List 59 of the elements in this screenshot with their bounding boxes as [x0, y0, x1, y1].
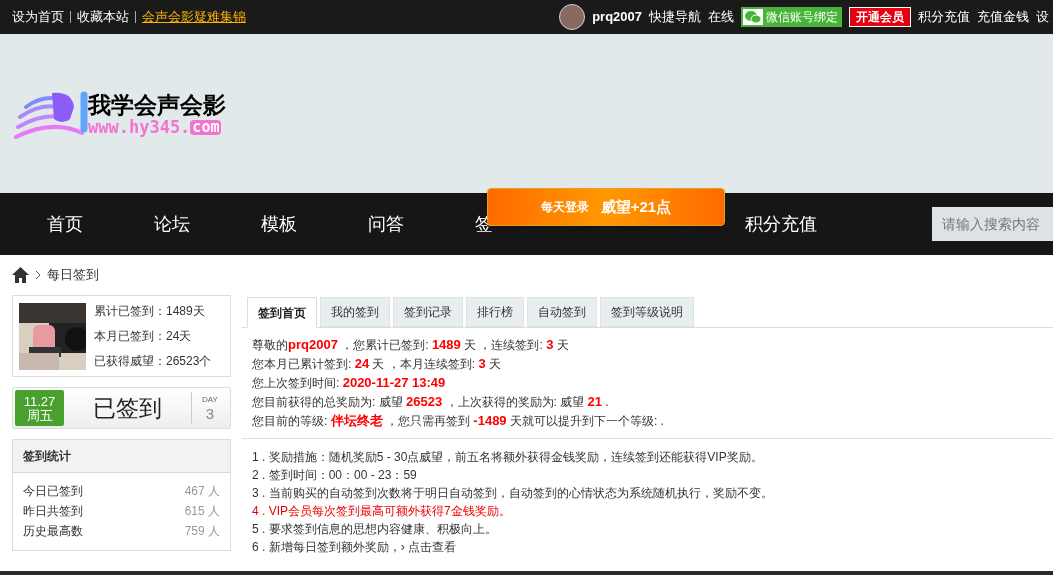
avatar-icon[interactable] [559, 4, 586, 30]
stat-label: 今日已签到 [23, 483, 83, 500]
home-icon[interactable] [12, 267, 29, 283]
summary-line: 您目前获得的总奖励为: 威望 26523 ，上次获得的奖励为: 威望 21 . [252, 393, 610, 411]
day-label: DAY [202, 395, 218, 404]
top-link[interactable]: 设 [1036, 7, 1049, 27]
stat-value: 467 人 [184, 483, 220, 500]
chevron-icon [35, 270, 41, 280]
profile-stat: 累计已签到：1489天 [94, 303, 206, 320]
summary-line: 您上次签到时间: 2020-11-27 13:49 [252, 374, 447, 392]
nav-item[interactable]: 积分充值 [745, 213, 817, 234]
breadcrumb-current: 每日签到 [47, 266, 99, 285]
stat-value: 759 人 [184, 523, 220, 540]
rule-line: 5 . 要求签到信息的思想内容健康、积极向上。 [252, 521, 498, 537]
tab[interactable]: 排行榜 [466, 297, 524, 327]
tab[interactable]: 我的签到 [320, 297, 390, 327]
rule-line: 1 . 奖励措施：随机奖励5 - 30点威望，前五名将额外获得金钱奖励，连续签到还能获得VIP奖励。 [252, 449, 764, 465]
chat-icon [743, 9, 763, 25]
sign-status: 已签到 [92, 393, 163, 423]
tab[interactable]: 签到首页 [247, 297, 317, 328]
vip-button[interactable]: 开通会员 [849, 7, 911, 27]
stats-title: 签到统计 [23, 448, 71, 465]
rule-line: 4 . VIP会员每次签到最高可额外获得7金钱奖励。 [252, 503, 512, 519]
profile-stat: 已获得威望：26523个 [94, 353, 212, 370]
popup-reward: 威望+21点 [600, 196, 672, 217]
day-count: 3 [205, 405, 215, 421]
top-link[interactable]: 充值金钱 [977, 7, 1029, 27]
summary-line: 您本月已累计签到: 24 天 ，本月连续签到: 3 天 [252, 355, 503, 373]
search-field[interactable]: 请输入搜索内容 [932, 207, 1053, 241]
top-link[interactable]: 设为首页 [12, 7, 64, 27]
profile-stat: 本月已签到：24天 [94, 328, 193, 345]
logo-url-badge: com [190, 120, 222, 136]
username-link[interactable]: prq2007 [592, 7, 642, 27]
top-link[interactable]: 积分充值 [918, 7, 970, 27]
top-link[interactable]: 快捷导航 [649, 7, 701, 27]
tab[interactable]: 签到记录 [393, 297, 463, 327]
tab[interactable]: 签到等级说明 [600, 297, 694, 327]
nav-item[interactable]: 首页 [47, 213, 83, 234]
weekday-text: 周五 [26, 408, 53, 422]
rule-line: 6 . 新增每日签到额外奖励，› 点击查看 [252, 539, 458, 555]
stat-label: 昨日共签到 [23, 503, 83, 520]
summary-line: 您目前的等级: 伴坛终老 ，您只需再签到 -1489 天就可以提升到下一个等级: . [252, 412, 665, 430]
logo-url: www.hy345. [88, 119, 191, 137]
top-link[interactable]: 会声会影疑难集锦 [142, 7, 246, 27]
date-text: 11.27 [23, 394, 56, 408]
summary-line: 尊敬的prq2007 ，您累计已签到: 1489 天 ，连续签到: 3 天 [252, 336, 570, 354]
rule-line: 3 . 当前购买的自动签到次数将于明日自动签到，自动签到的心情状态为系统随机执行，奖励不变。 [252, 485, 774, 501]
stat-value: 615 人 [184, 503, 220, 520]
details-link[interactable]: › 点击查看 [400, 540, 457, 554]
nav-item[interactable]: 论坛 [154, 213, 190, 234]
tab[interactable]: 自动签到 [527, 297, 597, 327]
nav-item[interactable]: 模板 [261, 213, 297, 234]
top-link[interactable]: 收藏本站 [77, 7, 129, 27]
nav-item[interactable]: 问答 [368, 213, 404, 234]
stat-label: 历史最高数 [23, 523, 83, 540]
logo-title: 我学会声会影 [88, 90, 226, 119]
top-link[interactable]: 在线 [708, 7, 734, 27]
popup-label: 每天登录 [540, 199, 589, 216]
rule-line: 2 . 签到时间：00：00 - 23：59 [252, 467, 418, 483]
